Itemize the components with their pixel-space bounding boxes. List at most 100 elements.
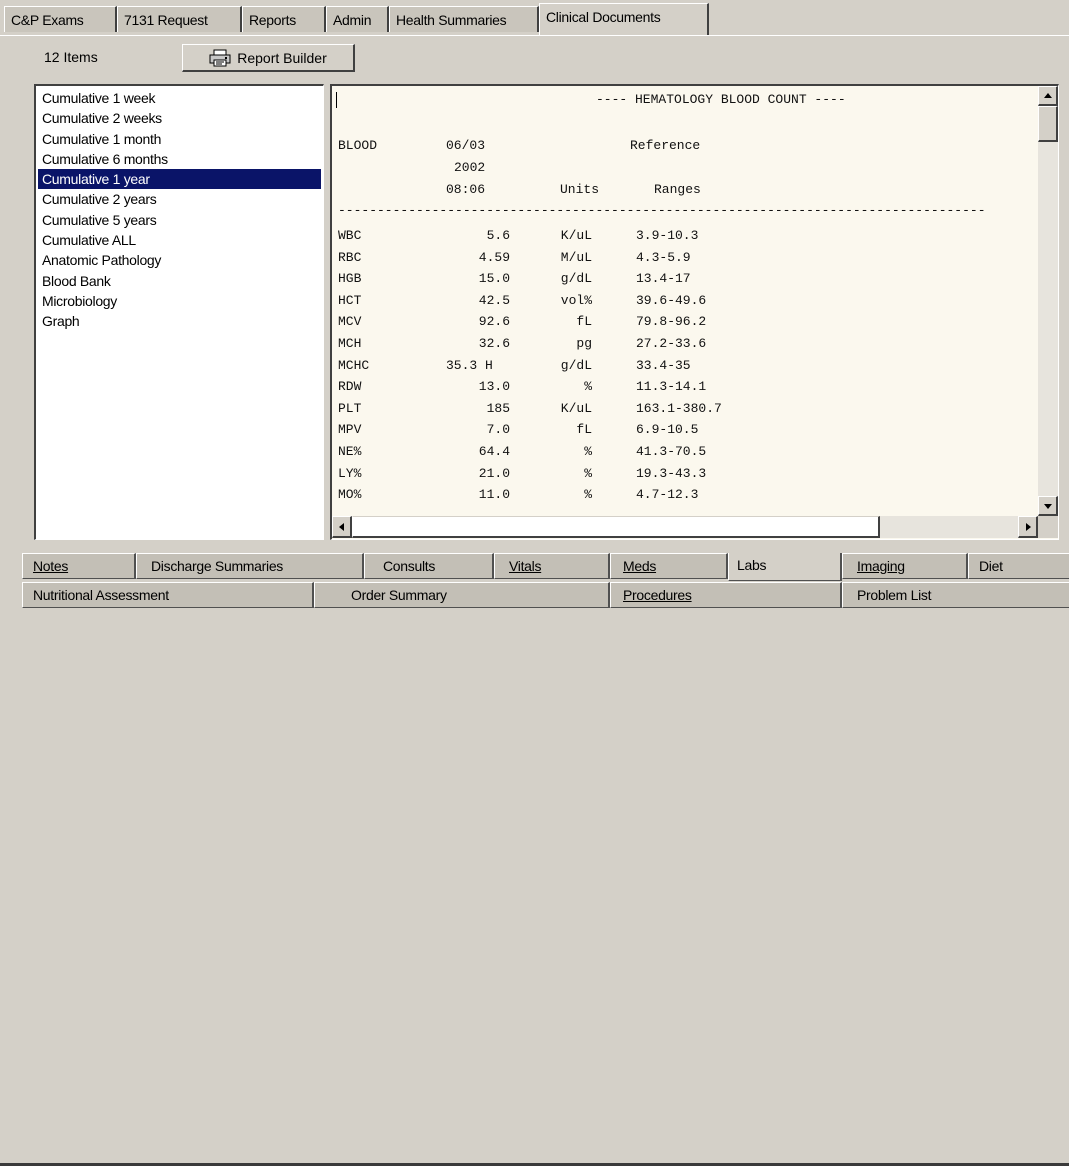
- lab-reference-range: 6.9-10.5: [636, 422, 699, 438]
- arrow-right-icon: [1026, 523, 1031, 531]
- list-item-graph[interactable]: Graph: [38, 311, 321, 331]
- report-title: ---- HEMATOLOGY BLOOD COUNT ----: [596, 92, 846, 107]
- scroll-up-button[interactable]: [1038, 86, 1058, 106]
- lab-test-value: 21.0: [478, 465, 511, 481]
- header-divider: ----------------------------------------…: [338, 203, 986, 218]
- tab-labs[interactable]: Labs: [728, 553, 842, 581]
- lab-test-name: NE%: [338, 444, 362, 459]
- tab-consults[interactable]: Consults: [364, 553, 494, 579]
- lab-test-value: 7.0: [486, 422, 510, 438]
- lab-reference-range: 11.3-14.1: [636, 379, 707, 395]
- tab-cp-exams[interactable]: C&P Exams: [4, 6, 117, 32]
- report-text-area[interactable]: ---- HEMATOLOGY BLOOD COUNT ---- BLOOD 0…: [334, 88, 1038, 516]
- list-item-cumulative-5-years[interactable]: Cumulative 5 years: [38, 210, 321, 230]
- lab-test-units: fL: [576, 422, 592, 438]
- lab-test-value: 15.0: [478, 271, 511, 287]
- list-item-microbiology[interactable]: Microbiology: [38, 291, 321, 311]
- lab-test-value: 92.6: [478, 314, 511, 330]
- lab-reference-range: 41.3-70.5: [636, 444, 707, 459]
- lab-test-value: 42.5: [478, 292, 511, 308]
- tab-imaging-label: Imaging: [857, 558, 905, 574]
- lab-test-value: 185: [486, 400, 510, 416]
- header-date: 06/03: [446, 138, 486, 153]
- report-builder-button[interactable]: Report Builder: [182, 44, 355, 72]
- list-item-cumulative-1-year[interactable]: Cumulative 1 year: [38, 169, 321, 190]
- bottom-tab-strip: Notes Discharge Summaries Consults Vital…: [0, 549, 1069, 1166]
- lab-test-units: pg: [576, 336, 592, 351]
- scroll-left-button[interactable]: [332, 516, 352, 538]
- lab-test-value: 32.6: [478, 336, 511, 351]
- tab-order-summary-label: Order Summary: [351, 587, 447, 603]
- tab-admin[interactable]: Admin: [326, 6, 389, 32]
- tab-7131-request[interactable]: 7131 Request: [117, 6, 242, 32]
- lab-test-name: LY%: [338, 465, 362, 481]
- lab-test-name: RDW: [338, 379, 362, 395]
- vertical-scrollbar[interactable]: [1038, 86, 1058, 516]
- tab-notes[interactable]: Notes: [22, 553, 136, 579]
- tab-nutritional-assessment[interactable]: Nutritional Assessment: [22, 582, 314, 608]
- tab-meds-label: Meds: [623, 558, 657, 574]
- items-count-label: 12 Items: [44, 49, 98, 65]
- lab-test-units: %: [584, 444, 592, 459]
- tab-vitals-label: Vitals: [509, 558, 542, 574]
- arrow-down-icon: [1044, 504, 1052, 509]
- lab-test-value: 13.0: [478, 379, 511, 395]
- tab-procedures[interactable]: Procedures: [610, 582, 842, 608]
- scroll-down-button[interactable]: [1038, 496, 1058, 516]
- printer-icon: [209, 49, 231, 66]
- tab-meds[interactable]: Meds: [610, 553, 728, 579]
- lab-test-name: MPV: [338, 422, 362, 438]
- horizontal-scrollbar[interactable]: [332, 516, 1038, 538]
- tab-discharge-summaries-label: Discharge Summaries: [151, 558, 284, 574]
- lab-reference-range: 19.3-43.3: [636, 465, 707, 481]
- header-ranges: Ranges: [654, 182, 701, 197]
- tab-problem-list[interactable]: Problem List: [842, 582, 1069, 608]
- header-year: 2002: [454, 160, 486, 175]
- lab-test-units: K/uL: [560, 400, 593, 416]
- list-item-cumulative-1-week[interactable]: Cumulative 1 week: [38, 88, 321, 108]
- lab-test-units: M/uL: [560, 249, 593, 265]
- lab-test-name: MCHC: [338, 357, 370, 373]
- header-reference: Reference: [630, 138, 701, 153]
- header-time: 08:06: [446, 182, 486, 197]
- list-item-cumulative-2-weeks[interactable]: Cumulative 2 weeks: [38, 108, 321, 128]
- tab-clinical-documents[interactable]: Clinical Documents: [539, 3, 709, 36]
- lab-test-value: 35.3 H: [446, 357, 493, 373]
- lab-reference-range: 13.4-17: [636, 271, 691, 287]
- report-type-list[interactable]: Cumulative 1 week Cumulative 2 weeks Cum…: [34, 84, 324, 540]
- lab-reference-range: 4.7-12.3: [636, 487, 699, 503]
- list-item-cumulative-2-years[interactable]: Cumulative 2 years: [38, 189, 321, 209]
- scrollbar-corner: [1038, 516, 1058, 538]
- list-item-cumulative-1-month[interactable]: Cumulative 1 month: [38, 129, 321, 149]
- list-item-cumulative-6-months[interactable]: Cumulative 6 months: [38, 149, 321, 169]
- list-item-blood-bank[interactable]: Blood Bank: [38, 271, 321, 291]
- list-item-cumulative-all[interactable]: Cumulative ALL: [38, 230, 321, 250]
- tab-nutritional-assessment-label: Nutritional Assessment: [33, 587, 169, 603]
- scroll-right-button[interactable]: [1018, 516, 1038, 538]
- tab-diet-label: Diet: [979, 558, 1003, 574]
- lab-reference-range: 163.1-380.7: [636, 400, 722, 416]
- tab-diet[interactable]: Diet: [968, 553, 1069, 579]
- list-item-anatomic-pathology[interactable]: Anatomic Pathology: [38, 250, 321, 270]
- tab-health-summaries[interactable]: Health Summaries: [389, 6, 539, 32]
- tab-labs-label: Labs: [737, 557, 767, 573]
- scroll-thumb[interactable]: [1038, 106, 1058, 142]
- lab-test-value: 4.59: [478, 249, 511, 265]
- tab-order-summary[interactable]: Order Summary: [314, 582, 610, 608]
- lab-test-name: HGB: [338, 271, 362, 287]
- tab-discharge-summaries[interactable]: Discharge Summaries: [136, 553, 364, 579]
- horizontal-scroll-thumb[interactable]: [352, 516, 880, 538]
- lab-test-value: 11.0: [478, 487, 511, 503]
- lab-test-value: 5.6: [486, 228, 510, 243]
- text-caret: [336, 92, 337, 108]
- tab-reports[interactable]: Reports: [242, 6, 326, 32]
- report-viewer: ---- HEMATOLOGY BLOOD COUNT ---- BLOOD 0…: [330, 84, 1059, 540]
- arrow-up-icon: [1044, 93, 1052, 98]
- lab-test-name: MCV: [338, 314, 362, 330]
- lab-reference-range: 27.2-33.6: [636, 336, 707, 351]
- tab-procedures-label: Procedures: [623, 587, 692, 603]
- tab-vitals[interactable]: Vitals: [494, 553, 610, 579]
- lab-test-name: PLT: [338, 400, 362, 416]
- tab-imaging[interactable]: Imaging: [842, 553, 968, 579]
- lab-test-units: fL: [576, 314, 592, 330]
